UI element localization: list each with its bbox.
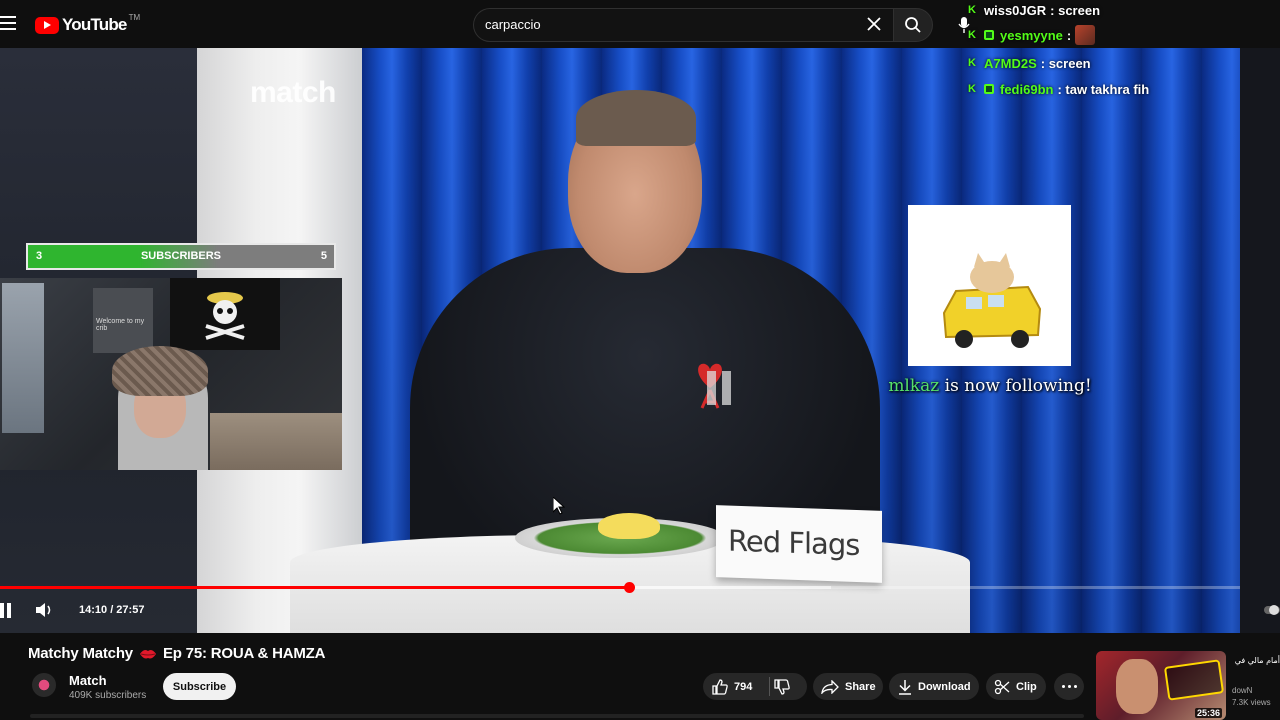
download-icon [899, 679, 911, 695]
chat-message: K wiss0JGR : screen [968, 0, 1100, 20]
red-flags-card: Red Flags [716, 505, 882, 583]
scissors-icon [994, 679, 1010, 694]
video-title-part2: Ep 75: ROUA & HAMZA [162, 645, 326, 662]
close-icon[interactable] [866, 16, 882, 32]
webcam-bed [210, 413, 342, 470]
goal-target: 5 [320, 250, 327, 262]
thumbnail-text-band [1163, 659, 1225, 701]
host-hair [576, 90, 696, 146]
chat-username: fedi69bn [1000, 81, 1054, 97]
search-button[interactable] [893, 8, 933, 42]
channel-subscriber-count: 409K subscribers [69, 690, 147, 701]
lemon-slice [598, 513, 660, 539]
cat-bus-icon [942, 253, 1042, 348]
download-button[interactable]: Download [889, 673, 979, 700]
live-chat-overlay: K wiss0JGR : screen K yesmyyne : K A7MD2… [962, 0, 1280, 100]
streamer-hat [112, 346, 208, 396]
share-label: Share [845, 680, 876, 693]
follow-alert-message: is now following! [944, 376, 1092, 396]
emote-icon [1075, 25, 1096, 45]
autoplay-toggle-icon[interactable] [1264, 604, 1280, 616]
recommended-video-duration: 25:36 [1194, 708, 1222, 718]
recommended-video-channel[interactable]: dowN [1232, 686, 1252, 695]
chat-message: K fedi69bn : taw takhra fih [968, 79, 1149, 99]
kick-badge-icon: K [968, 4, 976, 16]
webcam-poster: Welcome to my crib [93, 288, 153, 353]
hamburger-menu-icon[interactable] [0, 16, 16, 30]
volume-icon[interactable] [36, 602, 54, 618]
recommended-video-views: 7.3K views [1232, 698, 1271, 707]
like-count: 794 [734, 680, 753, 693]
subscriber-badge-icon [984, 30, 994, 40]
video-background-right [1240, 48, 1280, 633]
pause-indicator-icon [707, 371, 731, 405]
thumbnail-face [1116, 659, 1158, 714]
video-title: Matchy Matchy Ep 75: ROUA & HAMZA [28, 645, 325, 662]
kick-badge-icon: K [968, 83, 976, 95]
chat-text: : [1066, 27, 1072, 43]
match-watermark: match [250, 76, 336, 109]
video-player[interactable]: match Red Flags 3 SUBSCRIBERS 5 Welcome … [0, 48, 1280, 633]
lips-emoji-icon [139, 649, 156, 658]
recommended-video-thumbnail[interactable]: 25:36 [1096, 651, 1226, 720]
webcam-window [2, 283, 44, 433]
more-actions-button[interactable] [1054, 673, 1084, 700]
pause-icon[interactable] [0, 603, 12, 618]
goal-label: SUBSCRIBERS [140, 250, 222, 262]
streamer-webcam: Welcome to my crib [0, 278, 342, 470]
time-display: 14:10 / 27:57 [79, 604, 145, 616]
clip-label: Clip [1016, 680, 1037, 693]
youtube-logo[interactable]: YouTube TM [35, 13, 141, 35]
like-divider [769, 677, 770, 696]
like-button[interactable]: 794 [703, 673, 807, 700]
follow-alert-text: mlkaz is now following! [850, 376, 1130, 396]
logo-text: YouTube [62, 15, 127, 34]
chat-message: K A7MD2S : screen [968, 53, 1091, 73]
download-label: Download [918, 680, 971, 693]
follow-alert-username: mlkaz [888, 376, 940, 396]
channel-avatar[interactable] [32, 673, 56, 697]
youtube-play-icon [35, 16, 59, 34]
kick-badge-icon: K [968, 29, 976, 41]
recommended-video-title[interactable]: أمام مالي في ♥ TN كاش [1232, 655, 1280, 667]
channel-name[interactable]: Match [69, 673, 107, 688]
chat-username: wiss0JGR [984, 2, 1047, 18]
chat-text: : screen [1040, 55, 1091, 71]
progress-played [0, 586, 629, 589]
chat-text: : taw takhra fih [1057, 81, 1150, 97]
progress-scrubber[interactable] [624, 582, 635, 593]
share-icon [821, 679, 839, 694]
red-flags-text: Red Flags [728, 523, 860, 563]
logo-tm: TM [128, 13, 141, 22]
search-input[interactable] [485, 17, 845, 32]
kick-badge-icon: K [968, 57, 976, 69]
clip-button[interactable]: Clip [986, 673, 1046, 700]
chat-text: : screen [1050, 2, 1101, 18]
chat-message: K yesmyyne : [968, 25, 1096, 45]
search-icon [905, 17, 921, 33]
subscriber-badge-icon [984, 84, 994, 94]
webcam-poster-text: Welcome to my crib [96, 318, 145, 332]
search-box [473, 8, 893, 42]
video-title-part1: Matchy Matchy [28, 645, 133, 662]
mouse-cursor-icon [553, 497, 565, 515]
thumbs-down-icon[interactable] [774, 679, 790, 695]
subscribe-button[interactable]: Subscribe [163, 673, 236, 700]
skull-flag-icon [205, 292, 245, 340]
chat-username: A7MD2S [984, 55, 1037, 71]
thumbs-up-icon [712, 678, 728, 695]
chat-username: yesmyyne [1000, 27, 1063, 43]
description-box-edge [30, 714, 1084, 718]
subscriber-goal-bar: 3 SUBSCRIBERS 5 [26, 243, 336, 270]
share-button[interactable]: Share [813, 673, 883, 700]
